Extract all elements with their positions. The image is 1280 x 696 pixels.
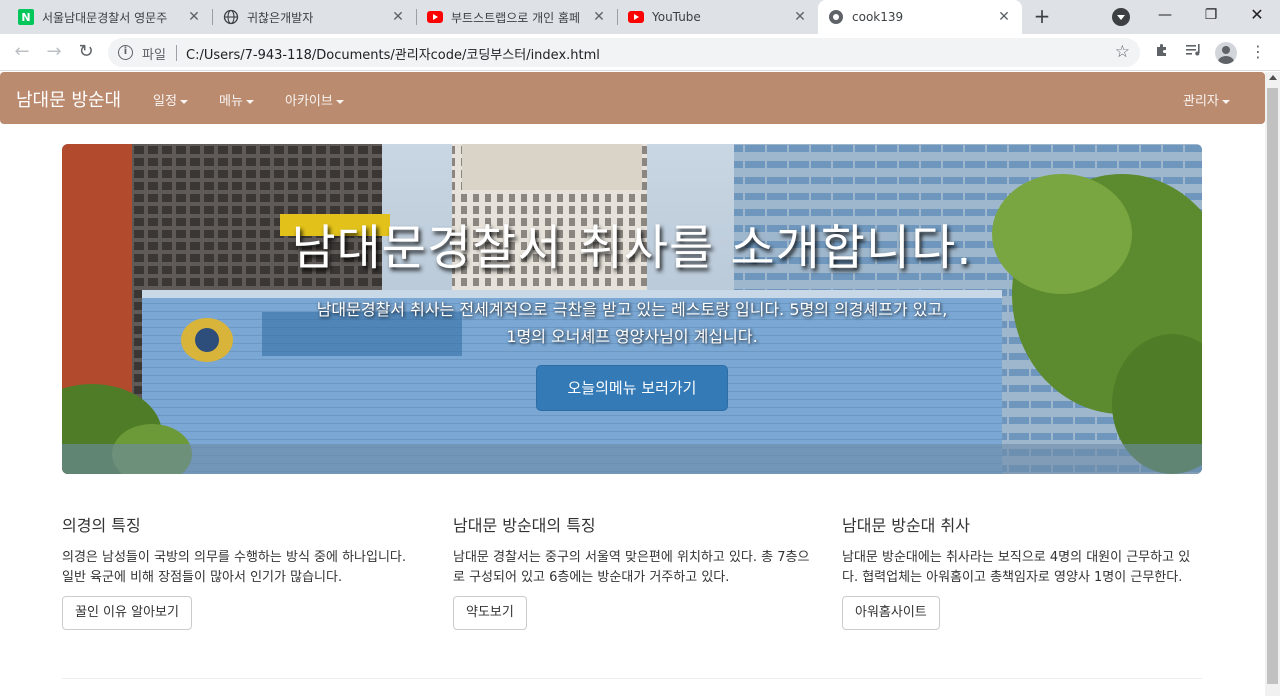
tab-title: 부트스트랩으로 개인 홈페 bbox=[451, 10, 581, 25]
forward-arrow-icon[interactable]: → bbox=[42, 40, 66, 64]
page-viewport: 남대문 방순대 일정 메뉴 아카이브 관리자 남대문경찰서 취사를 소개합니다.… bbox=[0, 72, 1265, 696]
browser-tab-strip: N 서울남대문경찰서 영문주 ✕ 귀찮은개발자 ✕ 부트스트랩으로 개인 홈페 … bbox=[0, 0, 1280, 34]
restore-button[interactable]: ❐ bbox=[1188, 0, 1234, 30]
youtube-icon bbox=[427, 9, 443, 25]
chevron-down-icon bbox=[335, 99, 344, 104]
nav-item-archive[interactable]: 아카이브 bbox=[285, 90, 344, 109]
close-icon[interactable]: ✕ bbox=[390, 9, 406, 25]
close-icon[interactable]: ✕ bbox=[186, 9, 202, 25]
globe-icon bbox=[223, 9, 239, 25]
more-menu-icon[interactable]: ⋮ bbox=[1248, 42, 1268, 62]
section-divider bbox=[62, 678, 1202, 679]
browser-toolbar: ← → ↻ i 파일 C:/Users/7-943-118/Documents/… bbox=[0, 34, 1280, 71]
back-arrow-icon[interactable]: ← bbox=[10, 40, 34, 64]
tab-naver[interactable]: N 서울남대문경찰서 영문주 ✕ bbox=[8, 0, 212, 34]
tab-youtube[interactable]: YouTube ✕ bbox=[618, 0, 818, 34]
card-text: 남대문 방순대에는 취사라는 보직으로 4명의 대원이 근무하고 있다. 협력업… bbox=[842, 550, 1191, 585]
site-navbar: 남대문 방순대 일정 메뉴 아카이브 관리자 bbox=[0, 72, 1265, 124]
address-bar[interactable]: i 파일 C:/Users/7-943-118/Documents/관리자cod… bbox=[108, 38, 1140, 67]
close-icon[interactable]: ✕ bbox=[996, 9, 1012, 25]
learn-why-button[interactable]: 꿀인 이유 알아보기 bbox=[62, 596, 192, 630]
tab-title: 서울남대문경찰서 영문주 bbox=[42, 10, 168, 25]
reload-icon[interactable]: ↻ bbox=[74, 40, 98, 64]
feature-card-police: 의경의 특징 의경은 남성들이 국방의 의무를 수행하는 방식 중에 하나입니다… bbox=[62, 512, 422, 630]
extensions-puzzle-icon[interactable] bbox=[1152, 42, 1172, 62]
nav-item-schedule[interactable]: 일정 bbox=[153, 90, 188, 109]
minimize-button[interactable]: — bbox=[1142, 0, 1188, 30]
hero-description-line: 1명의 오너셰프 영양사님이 계십니다. bbox=[506, 327, 758, 346]
hero-description: 남대문경찰서 취사는 전세계적으로 극찬을 받고 있는 레스토랑 입니다. 5명… bbox=[202, 296, 1062, 350]
tab-developer[interactable]: 귀찮은개발자 ✕ bbox=[213, 0, 416, 34]
map-button[interactable]: 약도보기 bbox=[453, 596, 527, 630]
close-icon[interactable]: ✕ bbox=[591, 9, 607, 25]
card-text: 의경은 남성들이 국방의 의무를 수행하는 방식 중에 하나입니다. 일반 육군… bbox=[62, 550, 407, 585]
card-title: 의경의 특징 bbox=[62, 516, 141, 535]
close-icon[interactable]: ✕ bbox=[792, 9, 808, 25]
chevron-down-icon bbox=[179, 99, 188, 104]
card-title: 남대문 방순대의 특징 bbox=[453, 516, 596, 535]
tab-search-icon[interactable] bbox=[1112, 8, 1130, 26]
feature-card-unit: 남대문 방순대의 특징 남대문 경찰서는 중구의 서울역 맞은편에 위치하고 있… bbox=[453, 512, 813, 630]
chevron-down-icon bbox=[1221, 99, 1230, 104]
hero-title: 남대문경찰서 취사를 소개합니다. bbox=[291, 220, 973, 276]
info-icon[interactable]: i bbox=[118, 45, 133, 60]
media-queue-icon[interactable] bbox=[1184, 42, 1204, 62]
nav-item-label: 관리자 bbox=[1183, 94, 1219, 109]
chevron-down-icon bbox=[245, 99, 254, 104]
globe-icon bbox=[828, 9, 844, 25]
ourhome-site-button[interactable]: 아워홈사이트 bbox=[842, 596, 940, 630]
bookmark-star-icon[interactable]: ☆ bbox=[1115, 42, 1130, 62]
card-text: 남대문 경찰서는 중구의 서울역 맞은편에 위치하고 있다. 총 7층으로 구성… bbox=[453, 550, 810, 585]
nav-item-admin[interactable]: 관리자 bbox=[1183, 90, 1230, 109]
hero-jumbotron: 남대문경찰서 취사를 소개합니다. 남대문경찰서 취사는 전세계적으로 극찬을 … bbox=[62, 144, 1202, 474]
scrollbar-thumb[interactable] bbox=[1267, 88, 1278, 684]
youtube-icon bbox=[628, 9, 644, 25]
card-title: 남대문 방순대 취사 bbox=[842, 516, 970, 535]
tab-title: cook139 bbox=[852, 10, 904, 24]
nav-item-label: 메뉴 bbox=[219, 94, 243, 109]
today-menu-button[interactable]: 오늘의메뉴 보러가기 bbox=[536, 365, 728, 411]
site-brand[interactable]: 남대문 방순대 bbox=[16, 86, 121, 112]
window-close-button[interactable]: ✕ bbox=[1234, 0, 1280, 30]
feature-card-kitchen: 남대문 방순대 취사 남대문 방순대에는 취사라는 보직으로 4명의 대원이 근… bbox=[842, 512, 1202, 630]
address-url[interactable]: C:/Users/7-943-118/Documents/관리자code/코딩부… bbox=[186, 44, 600, 63]
profile-avatar-icon[interactable] bbox=[1215, 42, 1237, 64]
page-scrollbar[interactable] bbox=[1265, 72, 1280, 696]
hero-description-line: 남대문경찰서 취사는 전세계적으로 극찬을 받고 있는 레스토랑 입니다. 5명… bbox=[316, 300, 948, 319]
scroll-up-arrow-icon[interactable] bbox=[1269, 75, 1277, 80]
address-scheme-label: 파일 bbox=[142, 48, 166, 63]
tab-cook139[interactable]: cook139 ✕ bbox=[818, 0, 1022, 34]
naver-n-icon: N bbox=[18, 9, 34, 25]
new-tab-button[interactable]: + bbox=[1030, 5, 1054, 29]
nav-item-label: 아카이브 bbox=[285, 94, 333, 109]
tab-title: 귀찮은개발자 bbox=[247, 10, 314, 25]
tab-bootstrap[interactable]: 부트스트랩으로 개인 홈페 ✕ bbox=[417, 0, 617, 34]
nav-item-label: 일정 bbox=[153, 94, 177, 109]
address-divider bbox=[176, 45, 177, 61]
tab-title: YouTube bbox=[652, 10, 701, 24]
nav-item-menu[interactable]: 메뉴 bbox=[219, 90, 254, 109]
